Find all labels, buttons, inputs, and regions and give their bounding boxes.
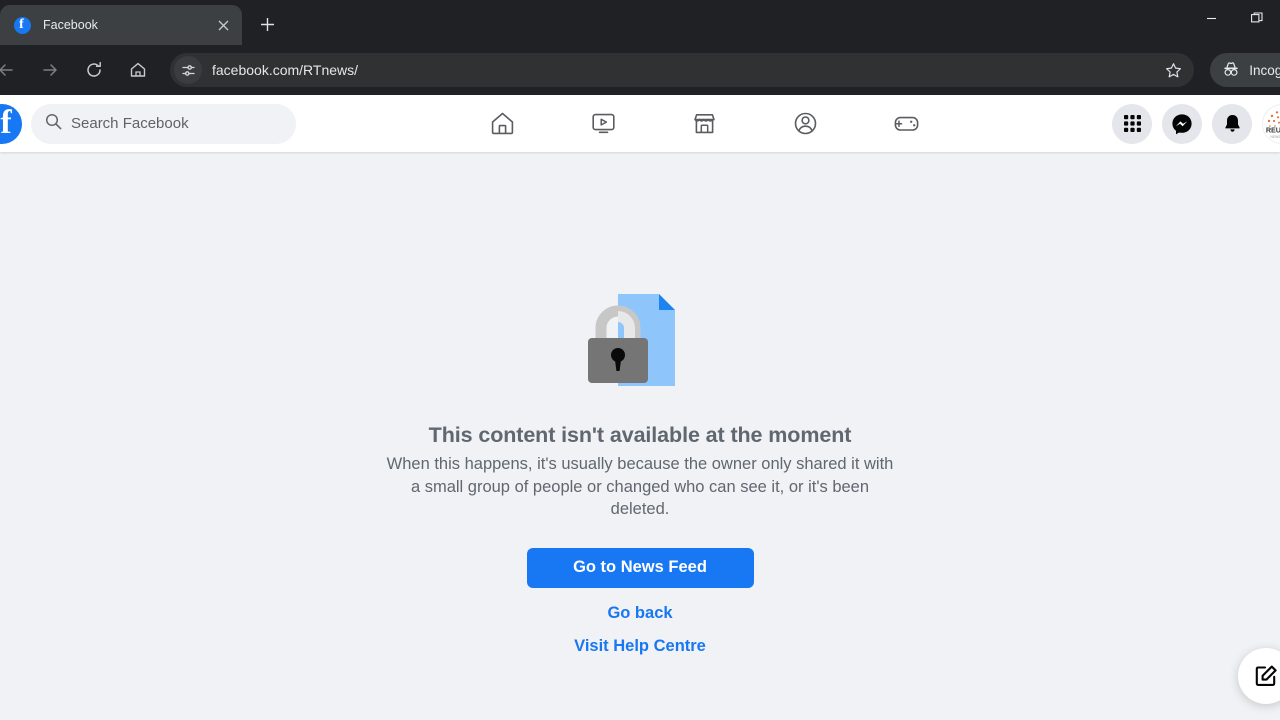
back-arrow-icon[interactable]	[0, 54, 22, 86]
close-icon[interactable]	[212, 14, 234, 36]
go-back-link[interactable]: Go back	[607, 604, 672, 623]
tab-title: Facebook	[43, 18, 98, 32]
error-title: This content isn't available at the mome…	[428, 423, 852, 447]
go-to-news-feed-button[interactable]: Go to News Feed	[526, 547, 754, 588]
incognito-label: Incognito	[1249, 62, 1280, 78]
locked-document-icon	[585, 290, 695, 390]
nav-home-icon[interactable]	[479, 101, 525, 147]
tab-strip: f Facebook	[0, 0, 1280, 45]
search-input[interactable]	[71, 115, 282, 132]
incognito-badge[interactable]: Incognito	[1210, 53, 1280, 87]
restore-icon[interactable]	[1234, 0, 1280, 36]
bell-icon[interactable]	[1212, 103, 1252, 144]
header-nav	[296, 101, 1112, 147]
tune-sliders-icon[interactable]	[174, 56, 202, 84]
grid-menu-icon[interactable]	[1112, 103, 1152, 144]
messenger-icon[interactable]	[1162, 103, 1202, 144]
main-content: This content isn't available at the mome…	[0, 152, 1280, 720]
star-icon[interactable]	[1158, 55, 1188, 85]
nav-gaming-icon[interactable]	[883, 101, 929, 147]
header-actions: REUTERS NEWS AGENCY	[1112, 103, 1280, 144]
home-icon[interactable]	[122, 54, 154, 86]
window-controls	[1188, 0, 1280, 45]
visit-help-centre-link[interactable]: Visit Help Centre	[574, 637, 706, 656]
search-icon	[45, 113, 62, 135]
facebook-logo-icon[interactable]: f	[0, 103, 22, 144]
header-left-section: f	[0, 103, 296, 144]
browser-tab-facebook[interactable]: f Facebook	[0, 5, 242, 45]
url-text[interactable]: facebook.com/RTnews/	[212, 62, 1158, 78]
avatar[interactable]: REUTERS NEWS AGENCY	[1262, 103, 1280, 144]
browser-toolbar: facebook.com/RTnews/ Incognito	[0, 45, 1280, 95]
compose-edit-button[interactable]	[1238, 648, 1280, 704]
address-bar[interactable]: facebook.com/RTnews/	[170, 53, 1195, 87]
search-input-wrapper[interactable]	[31, 103, 296, 144]
svg-text:NEWS AGENCY: NEWS AGENCY	[1270, 135, 1280, 139]
nav-groups-icon[interactable]	[782, 101, 828, 147]
nav-video-watch-icon[interactable]	[580, 101, 626, 147]
svg-text:REUTERS: REUTERS	[1266, 125, 1280, 134]
facebook-favicon-icon: f	[14, 16, 31, 34]
new-tab-button[interactable]	[254, 11, 280, 37]
minimize-icon[interactable]	[1188, 0, 1234, 36]
reload-icon[interactable]	[78, 54, 110, 86]
facebook-header: f Search Facebook REU NEWS	[0, 95, 1280, 152]
nav-marketplace-icon[interactable]	[681, 101, 727, 147]
incognito-icon	[1222, 61, 1240, 80]
error-body: When this happens, it's usually because …	[386, 455, 894, 518]
browser-chrome: f Facebook facebook.com/RTnews/ Incog	[0, 0, 1280, 95]
forward-arrow-icon[interactable]	[34, 54, 66, 86]
